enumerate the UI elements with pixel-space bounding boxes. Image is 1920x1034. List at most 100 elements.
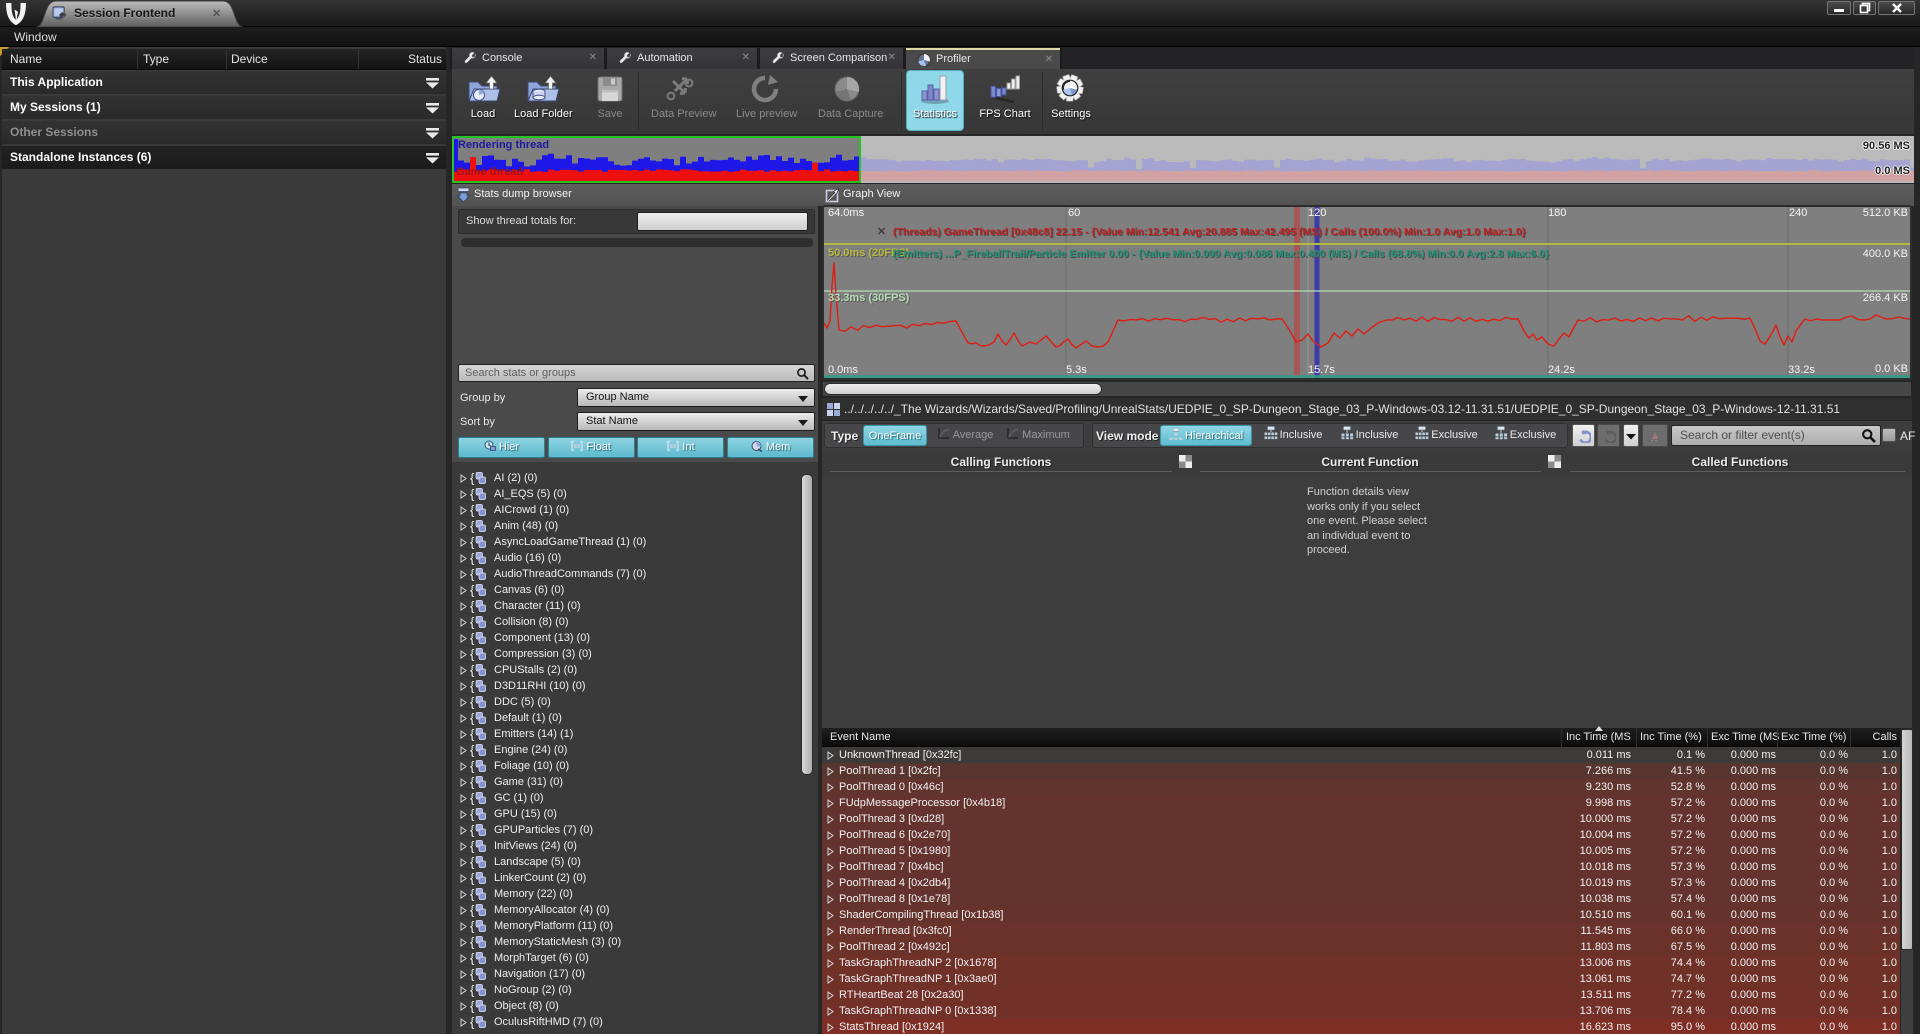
- col-exc-time-pct[interactable]: Exc Time (%): [1781, 731, 1846, 743]
- expander-icon[interactable]: [460, 922, 467, 931]
- expander-icon[interactable]: [460, 474, 467, 483]
- tab-close-icon[interactable]: ✕: [1045, 54, 1053, 65]
- event-table-scroll-thumb[interactable]: [1901, 729, 1913, 950]
- tree-item[interactable]: {Anim (48) (0): [452, 518, 818, 534]
- expander-icon[interactable]: [460, 970, 467, 979]
- session-row-this-application[interactable]: This Application: [2, 71, 446, 94]
- tree-item[interactable]: {GPUParticles (7) (0): [452, 822, 818, 838]
- tab-console[interactable]: Console ✕: [452, 48, 604, 69]
- event-row[interactable]: PoolThread 6 [0x2e70] 10.004 ms 57.2 % 0.00…: [822, 827, 1900, 843]
- expander-arrow-icon[interactable]: [425, 152, 440, 164]
- toolbar-dropdown-button[interactable]: [1623, 424, 1639, 447]
- tree-item[interactable]: {Game (31) (0): [452, 774, 818, 790]
- filter-oneframe-button[interactable]: OneFrame: [863, 425, 927, 446]
- event-row[interactable]: ShaderCompilingThread [0x1b38] 10.510 ms 6…: [822, 907, 1900, 923]
- event-row[interactable]: RTHeartBeat 28 [0x2a30] 13.511 ms 77.2 % 0.…: [822, 987, 1900, 1003]
- expander-icon[interactable]: [827, 911, 834, 920]
- tree-item[interactable]: {MorphTarget (6) (0): [452, 950, 818, 966]
- event-row[interactable]: TaskGraphThreadNP 1 [0x3ae0] 13.061 ms 74.…: [822, 971, 1900, 987]
- tree-item[interactable]: {Landscape (5) (0): [452, 854, 818, 870]
- tab-close-icon[interactable]: ✕: [888, 52, 896, 63]
- tab-screen-comparison[interactable]: Screen Comparison ✕: [760, 48, 903, 69]
- expander-icon[interactable]: [460, 1002, 467, 1011]
- legend-emitters[interactable]: (Emitters) ...P_FireballTrail/Particle E…: [893, 248, 1549, 260]
- tree-item[interactable]: {Default (1) (0): [452, 710, 818, 726]
- tree-item[interactable]: {MemoryPlatform (11) (0): [452, 918, 818, 934]
- expander-icon[interactable]: [827, 767, 834, 776]
- expander-icon[interactable]: [827, 895, 834, 904]
- expander-icon[interactable]: [460, 634, 467, 643]
- tree-item[interactable]: {NoGroup (2) (0): [452, 982, 818, 998]
- tree-item[interactable]: {MemoryAllocator (4) (0): [452, 902, 818, 918]
- expander-icon[interactable]: [460, 650, 467, 659]
- event-row[interactable]: UnknownThread [0x32fc] 0.011 ms 0.1 % 0.000…: [822, 747, 1900, 763]
- stat-type-toggle-float[interactable]: Float: [547, 437, 635, 458]
- expander-icon[interactable]: [460, 842, 467, 851]
- col-inc-time-ms[interactable]: Inc Time (MS: [1566, 731, 1631, 743]
- filter-exclusive-button[interactable]: Exclusive: [1487, 425, 1563, 446]
- toolbar-statistics-button[interactable]: Statistics: [906, 70, 964, 131]
- tree-item[interactable]: {AudioThreadCommands (7) (0): [452, 566, 818, 582]
- tree-item[interactable]: {D3D11RHI (10) (0): [452, 678, 818, 694]
- event-row[interactable]: PoolThread 1 [0x2fc] 7.266 ms 41.5 % 0.000 …: [822, 763, 1900, 779]
- expander-icon[interactable]: [460, 794, 467, 803]
- tree-item[interactable]: {OculusRiftHMD (7) (0): [452, 1014, 818, 1030]
- session-row-other-sessions[interactable]: Other Sessions: [2, 121, 446, 144]
- thread-totals-input[interactable]: [637, 212, 808, 231]
- called-functions-header[interactable]: Called Functions: [1640, 455, 1840, 469]
- event-search-input[interactable]: Search or filter event(s): [1671, 425, 1881, 446]
- expander-icon[interactable]: [827, 799, 834, 808]
- sort-by-select[interactable]: Stat Name: [577, 412, 815, 431]
- tree-item[interactable]: {MemoryStaticMesh (3) (0): [452, 934, 818, 950]
- expander-icon[interactable]: [460, 1018, 467, 1027]
- toolbar-settings-button[interactable]: Settings: [1042, 71, 1100, 131]
- expander-icon[interactable]: [460, 538, 467, 547]
- filter-inclusive-button[interactable]: Inclusive: [1333, 425, 1405, 446]
- column-splitter-icon[interactable]: [1179, 455, 1192, 468]
- graph-view-title[interactable]: Graph View: [843, 188, 900, 200]
- legend-close-icon[interactable]: ✕: [877, 225, 886, 238]
- menu-item-window[interactable]: Window: [0, 27, 71, 46]
- tree-scrollbar[interactable]: [801, 474, 813, 775]
- column-name[interactable]: Name: [10, 52, 42, 66]
- event-row[interactable]: PoolThread 4 [0x2db4] 10.019 ms 57.3 % 0.00…: [822, 875, 1900, 891]
- tree-item[interactable]: {InitViews (24) (0): [452, 838, 818, 854]
- event-row[interactable]: PoolThread 0 [0x46c] 9.230 ms 52.8 % 0.000 …: [822, 779, 1900, 795]
- expander-icon[interactable]: [460, 762, 467, 771]
- close-button[interactable]: [1878, 1, 1915, 15]
- restore-button[interactable]: [1853, 1, 1876, 15]
- expander-icon[interactable]: [460, 730, 467, 739]
- expander-icon[interactable]: [827, 751, 834, 760]
- legend-gamethread[interactable]: (Threads) GameThread [0x48c8] 22.15 - {V…: [893, 226, 1526, 238]
- event-row[interactable]: PoolThread 5 [0x1980] 10.005 ms 57.2 % 0.00…: [822, 843, 1900, 859]
- event-row[interactable]: PoolThread 7 [0x4bc] 10.018 ms 57.3 % 0.000…: [822, 859, 1900, 875]
- expander-icon[interactable]: [460, 698, 467, 707]
- expander-icon[interactable]: [460, 506, 467, 515]
- tree-item[interactable]: {Memory (22) (0): [452, 886, 818, 902]
- stat-type-toggle-hier[interactable]: Hier: [458, 437, 545, 458]
- threads-timeline[interactable]: [452, 136, 1914, 183]
- tree-item[interactable]: {AI_EQS (5) (0): [452, 486, 818, 502]
- expander-icon[interactable]: [827, 1023, 834, 1032]
- current-function-header[interactable]: Current Function: [1270, 455, 1470, 469]
- event-row[interactable]: StatsThread [0x1924] 16.623 ms 95.0 % 0.000…: [822, 1019, 1900, 1034]
- stat-type-toggle-int[interactable]: Int: [637, 437, 725, 458]
- filter-hierarchical-button[interactable]: Hierarchical: [1160, 425, 1252, 446]
- expander-arrow-icon[interactable]: [425, 127, 440, 139]
- col-event-name[interactable]: Event Name: [830, 731, 891, 743]
- expander-icon[interactable]: [827, 815, 834, 824]
- group-by-select[interactable]: Group Name: [577, 388, 815, 407]
- tree-item[interactable]: {Emitters (14) (1): [452, 726, 818, 742]
- toolbar-load-button[interactable]: Load: [454, 71, 512, 131]
- tree-item[interactable]: {Object (8) (0): [452, 998, 818, 1014]
- expander-icon[interactable]: [827, 783, 834, 792]
- expander-icon[interactable]: [460, 954, 467, 963]
- tree-item[interactable]: {GPU (15) (0): [452, 806, 818, 822]
- tab-automation[interactable]: Automation ✕: [607, 48, 757, 69]
- tree-item[interactable]: {LinkerCount (2) (0): [452, 870, 818, 886]
- column-divider[interactable]: [226, 50, 227, 69]
- toolbar-undo-button[interactable]: [1572, 424, 1595, 447]
- col-calls[interactable]: Calls: [1851, 731, 1897, 743]
- expander-arrow-icon[interactable]: [425, 102, 440, 114]
- expander-icon[interactable]: [460, 666, 467, 675]
